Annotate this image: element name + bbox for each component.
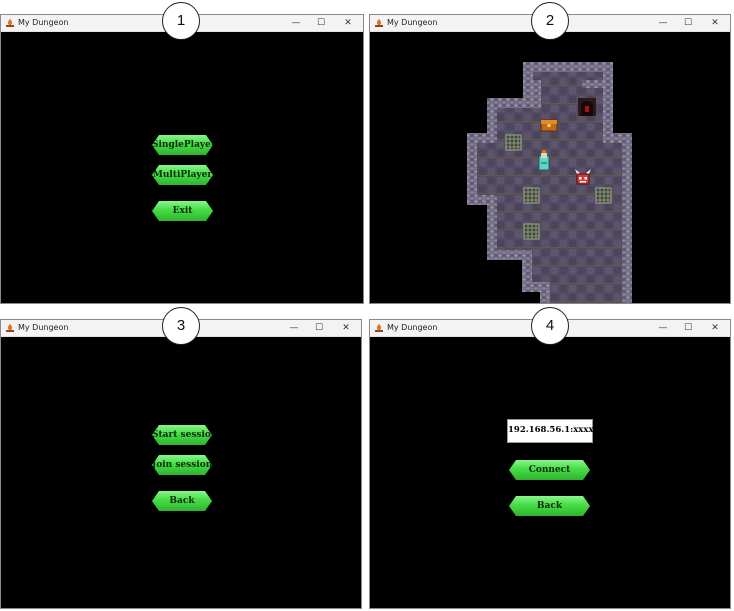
window-main-menu: My Dungeon — ☐ ✕ SinglePlayer MultiPlaye…	[0, 14, 364, 304]
step-badge: 3	[162, 307, 200, 345]
window-dungeon: My Dungeon — ☐ ✕	[369, 14, 731, 304]
join-session-button[interactable]: Join session	[152, 455, 212, 475]
window-title: My Dungeon	[18, 323, 69, 332]
game-canvas: SinglePlayer MultiPlayer Exit	[1, 32, 363, 303]
close-button[interactable]: ✕	[703, 15, 727, 31]
iron-grate-icon	[505, 134, 522, 151]
window-title: My Dungeon	[18, 18, 69, 27]
inner-wall-block	[582, 80, 603, 88]
close-button[interactable]: ✕	[703, 320, 727, 336]
ip-address-input[interactable]: 192.168.56.1:xxxxx	[507, 419, 599, 443]
minimize-button[interactable]: —	[284, 15, 308, 31]
campfire-icon	[375, 19, 383, 27]
campfire-icon	[6, 324, 14, 332]
window-title: My Dungeon	[387, 18, 438, 27]
exit-button[interactable]: Exit	[152, 201, 213, 221]
maximize-button[interactable]: ☐	[676, 320, 700, 336]
maximize-button[interactable]: ☐	[307, 320, 331, 336]
maximize-button[interactable]: ☐	[309, 15, 333, 31]
close-button[interactable]: ✕	[336, 15, 360, 31]
close-button[interactable]: ✕	[334, 320, 358, 336]
inner-wall-block	[533, 80, 541, 108]
step-badge: 4	[531, 307, 569, 345]
singleplayer-button[interactable]: SinglePlayer	[152, 135, 213, 155]
iron-grate-icon	[595, 187, 612, 204]
maximize-button[interactable]: ☐	[676, 15, 700, 31]
window-join-session: My Dungeon — ☐ ✕ 192.168.56.1:xxxxx Conn…	[369, 319, 731, 609]
treasure-chest-icon	[540, 119, 558, 132]
minimize-button[interactable]: —	[651, 15, 675, 31]
multiplayer-button[interactable]: MultiPlayer	[152, 165, 213, 185]
window-title: My Dungeon	[387, 323, 438, 332]
game-canvas: 192.168.56.1:xxxxx Connect Back	[370, 337, 730, 608]
dungeon-door-icon	[578, 98, 596, 116]
minimize-button[interactable]: —	[282, 320, 306, 336]
campfire-icon	[375, 324, 383, 332]
campfire-icon	[6, 19, 14, 27]
back-button[interactable]: Back	[152, 491, 212, 511]
minimize-button[interactable]: —	[651, 320, 675, 336]
dungeon-map	[467, 62, 632, 303]
window-multiplayer-menu: My Dungeon — ☐ ✕ Start session Join sess…	[0, 319, 362, 609]
iron-grate-icon	[523, 223, 540, 240]
step-badge: 2	[531, 2, 569, 40]
connect-button[interactable]: Connect	[509, 460, 590, 480]
back-button[interactable]: Back	[509, 496, 590, 516]
start-session-button[interactable]: Start session	[152, 425, 212, 445]
game-canvas: Start session Join session Back	[1, 337, 361, 608]
iron-grate-icon	[523, 187, 540, 204]
step-badge: 1	[162, 2, 200, 40]
game-canvas	[370, 32, 730, 303]
